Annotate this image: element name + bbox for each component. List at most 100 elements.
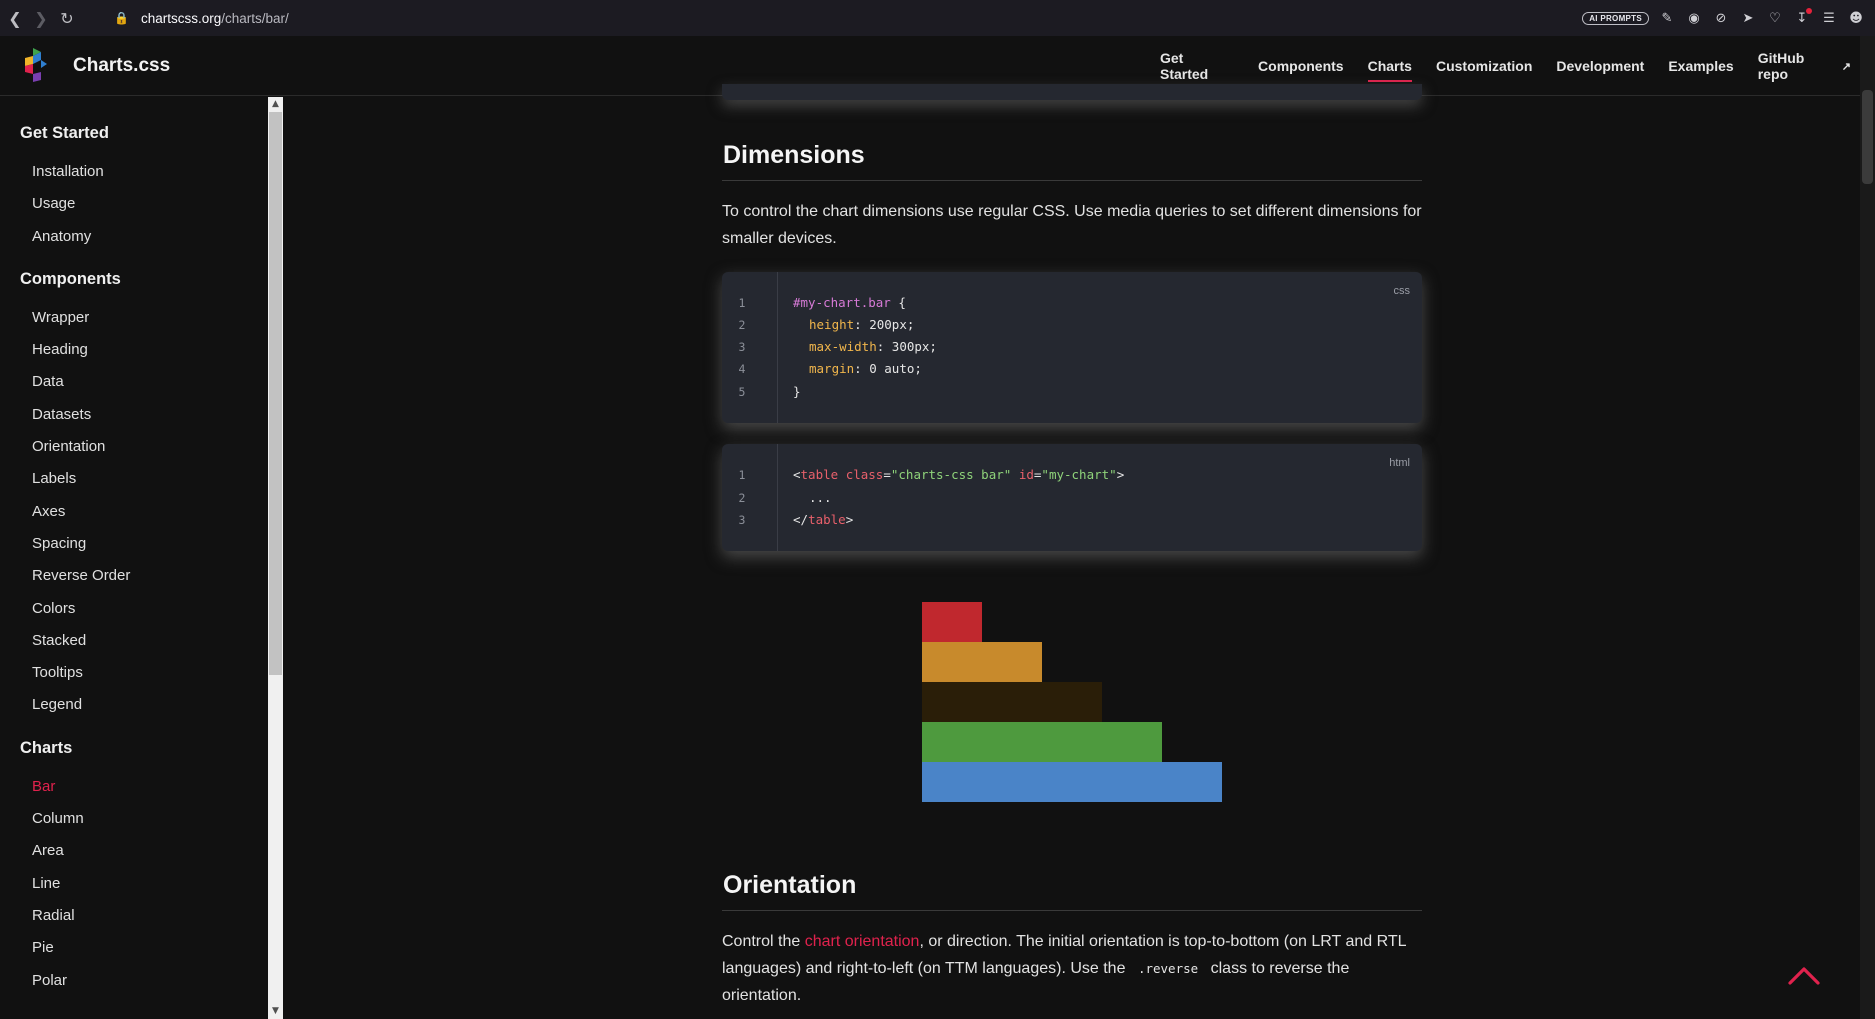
sidebar-group-components: Components bbox=[20, 269, 121, 288]
sidebar-item-stacked[interactable]: Stacked bbox=[0, 625, 268, 657]
sidebar-item-pie[interactable]: Pie bbox=[0, 932, 268, 964]
line-number: 1 bbox=[738, 296, 746, 310]
previous-code-block bbox=[722, 84, 1422, 100]
sidebar-item-reverse-order[interactable]: Reverse Order bbox=[0, 560, 268, 592]
send-icon[interactable]: ➤ bbox=[1739, 9, 1757, 27]
html-attr-value: "charts-css bar" bbox=[890, 467, 1012, 482]
html-tag: table bbox=[800, 467, 839, 482]
back-to-top-button[interactable] bbox=[1786, 963, 1822, 987]
orientation-description: Control the chart orientation, or direct… bbox=[722, 928, 1422, 1009]
sidebar-item-radial[interactable]: Radial bbox=[0, 900, 268, 932]
line-number: 3 bbox=[738, 513, 746, 527]
code-line: } bbox=[793, 384, 801, 399]
account-icon[interactable]: ☻ bbox=[1847, 9, 1865, 27]
orientation-text: Control the bbox=[722, 933, 805, 950]
url-host: chartscss.org bbox=[140, 10, 222, 26]
reverse-class-code: .reverse bbox=[1137, 961, 1199, 976]
browser-toolbar: ❮ ❯ ↻ 🔒 chartscss.org/charts/bar/ AI PRO… bbox=[0, 0, 1875, 36]
html-code-block: 1 2 3 <table class="charts-css bar" id="… bbox=[722, 444, 1422, 551]
sidebar-item-column[interactable]: Column bbox=[0, 803, 268, 835]
sidebar-item-installation[interactable]: Installation bbox=[0, 156, 268, 188]
section-divider bbox=[722, 910, 1422, 911]
code-line: </table> bbox=[793, 512, 853, 527]
code-line: ... bbox=[809, 490, 832, 505]
scroll-up-arrow-icon[interactable]: ▲ bbox=[268, 97, 283, 112]
sidebar-item-line[interactable]: Line bbox=[0, 868, 268, 900]
lock-icon: 🔒 bbox=[114, 11, 129, 25]
line-number: 2 bbox=[738, 318, 746, 332]
code-punct: > bbox=[845, 512, 854, 527]
chart-bar-1 bbox=[922, 602, 982, 642]
url-path: /charts/bar/ bbox=[221, 10, 289, 26]
sidebar-item-tooltips[interactable]: Tooltips bbox=[0, 657, 268, 689]
sidebar-item-axes[interactable]: Axes bbox=[0, 496, 268, 528]
css-property: height bbox=[809, 317, 855, 332]
css-value: 300px; bbox=[884, 339, 937, 354]
code-ellipsis: ... bbox=[809, 490, 832, 505]
sidebar-item-data[interactable]: Data bbox=[0, 366, 268, 398]
sidebar-item-colors[interactable]: Colors bbox=[0, 593, 268, 625]
sidebar-item-bar[interactable]: Bar bbox=[0, 771, 268, 803]
nav-examples[interactable]: Examples bbox=[1668, 36, 1733, 96]
sidebar-group-charts: Charts bbox=[20, 738, 73, 757]
sidebar: Get Started Installation Usage Anatomy C… bbox=[0, 97, 268, 1019]
sidebar-scrollbar-thumb[interactable] bbox=[269, 112, 282, 675]
ai-prompts-button[interactable]: AI PROMPTS bbox=[1582, 11, 1649, 25]
sidebar-item-area[interactable]: Area bbox=[0, 835, 268, 867]
code-brace: } bbox=[793, 384, 801, 399]
page-scrollbar-thumb[interactable] bbox=[1862, 90, 1873, 184]
back-arrow-icon[interactable]: ❮ bbox=[2, 5, 28, 31]
reload-icon[interactable]: ↻ bbox=[54, 5, 80, 31]
menu-icon[interactable]: ☰ bbox=[1820, 9, 1838, 27]
chart-bar-4 bbox=[922, 722, 1162, 762]
code-language-label: css bbox=[1393, 285, 1411, 297]
dimensions-heading: Dimensions bbox=[723, 141, 865, 169]
section-divider bbox=[722, 180, 1422, 181]
code-line: margin: 0 auto; bbox=[809, 361, 922, 376]
chart-orientation-link[interactable]: chart orientation bbox=[805, 933, 920, 950]
sidebar-item-legend[interactable]: Legend bbox=[0, 689, 268, 721]
code-punct: > bbox=[1116, 467, 1125, 482]
code-line: height: 200px; bbox=[809, 317, 915, 332]
line-number: 5 bbox=[738, 385, 746, 399]
forward-arrow-icon[interactable]: ❯ bbox=[28, 5, 54, 31]
code-language-label: html bbox=[1389, 457, 1410, 469]
heart-icon[interactable]: ♡ bbox=[1766, 9, 1784, 27]
charts-css-logo[interactable] bbox=[21, 47, 51, 84]
sidebar-item-datasets[interactable]: Datasets bbox=[0, 399, 268, 431]
download-icon[interactable]: ↧ bbox=[1793, 8, 1812, 27]
nav-github-repo[interactable]: GitHub repo ↗ bbox=[1758, 36, 1851, 96]
code-punct: = bbox=[883, 467, 891, 482]
sidebar-item-wrapper[interactable]: Wrapper bbox=[0, 302, 268, 334]
nav-github-label: GitHub repo bbox=[1757, 50, 1805, 82]
chart-bar-5 bbox=[922, 762, 1222, 802]
chevron-up-icon bbox=[1788, 967, 1820, 985]
nav-development[interactable]: Development bbox=[1556, 36, 1644, 96]
css-selector: #my-chart.bar bbox=[793, 295, 891, 310]
scroll-down-arrow-icon[interactable]: ▼ bbox=[268, 1004, 283, 1019]
nav-customization[interactable]: Customization bbox=[1436, 36, 1532, 96]
code-punct: < bbox=[793, 467, 801, 482]
bar-chart-demo bbox=[922, 602, 1222, 802]
sidebar-item-anatomy[interactable]: Anatomy bbox=[0, 221, 268, 253]
code-brace: { bbox=[890, 295, 906, 310]
camera-icon[interactable]: ◉ bbox=[1685, 9, 1703, 27]
line-number: 4 bbox=[738, 362, 746, 376]
sidebar-item-polar[interactable]: Polar bbox=[0, 965, 268, 997]
sidebar-item-labels[interactable]: Labels bbox=[0, 463, 268, 495]
chart-bar-2 bbox=[922, 642, 1042, 682]
chart-bar-3 bbox=[922, 682, 1102, 722]
sidebar-item-heading[interactable]: Heading bbox=[0, 334, 268, 366]
sidebar-item-spacing[interactable]: Spacing bbox=[0, 528, 268, 560]
sidebar-item-orientation[interactable]: Orientation bbox=[0, 431, 268, 463]
block-icon[interactable]: ⊘ bbox=[1712, 9, 1730, 27]
address-bar[interactable]: chartscss.org/charts/bar/ bbox=[141, 11, 289, 26]
html-attr: id bbox=[1018, 467, 1034, 482]
edit-icon[interactable]: ✎ bbox=[1658, 9, 1676, 27]
code-line: <table class="charts-css bar" id="my-cha… bbox=[793, 467, 1124, 482]
css-code-block: 1 2 3 4 5 #my-chart.bar { height: 200px;… bbox=[722, 272, 1422, 423]
line-number: 3 bbox=[738, 340, 746, 354]
brand-name[interactable]: Charts.css bbox=[73, 55, 170, 77]
sidebar-item-usage[interactable]: Usage bbox=[0, 188, 268, 220]
css-property: max-width bbox=[809, 339, 877, 354]
